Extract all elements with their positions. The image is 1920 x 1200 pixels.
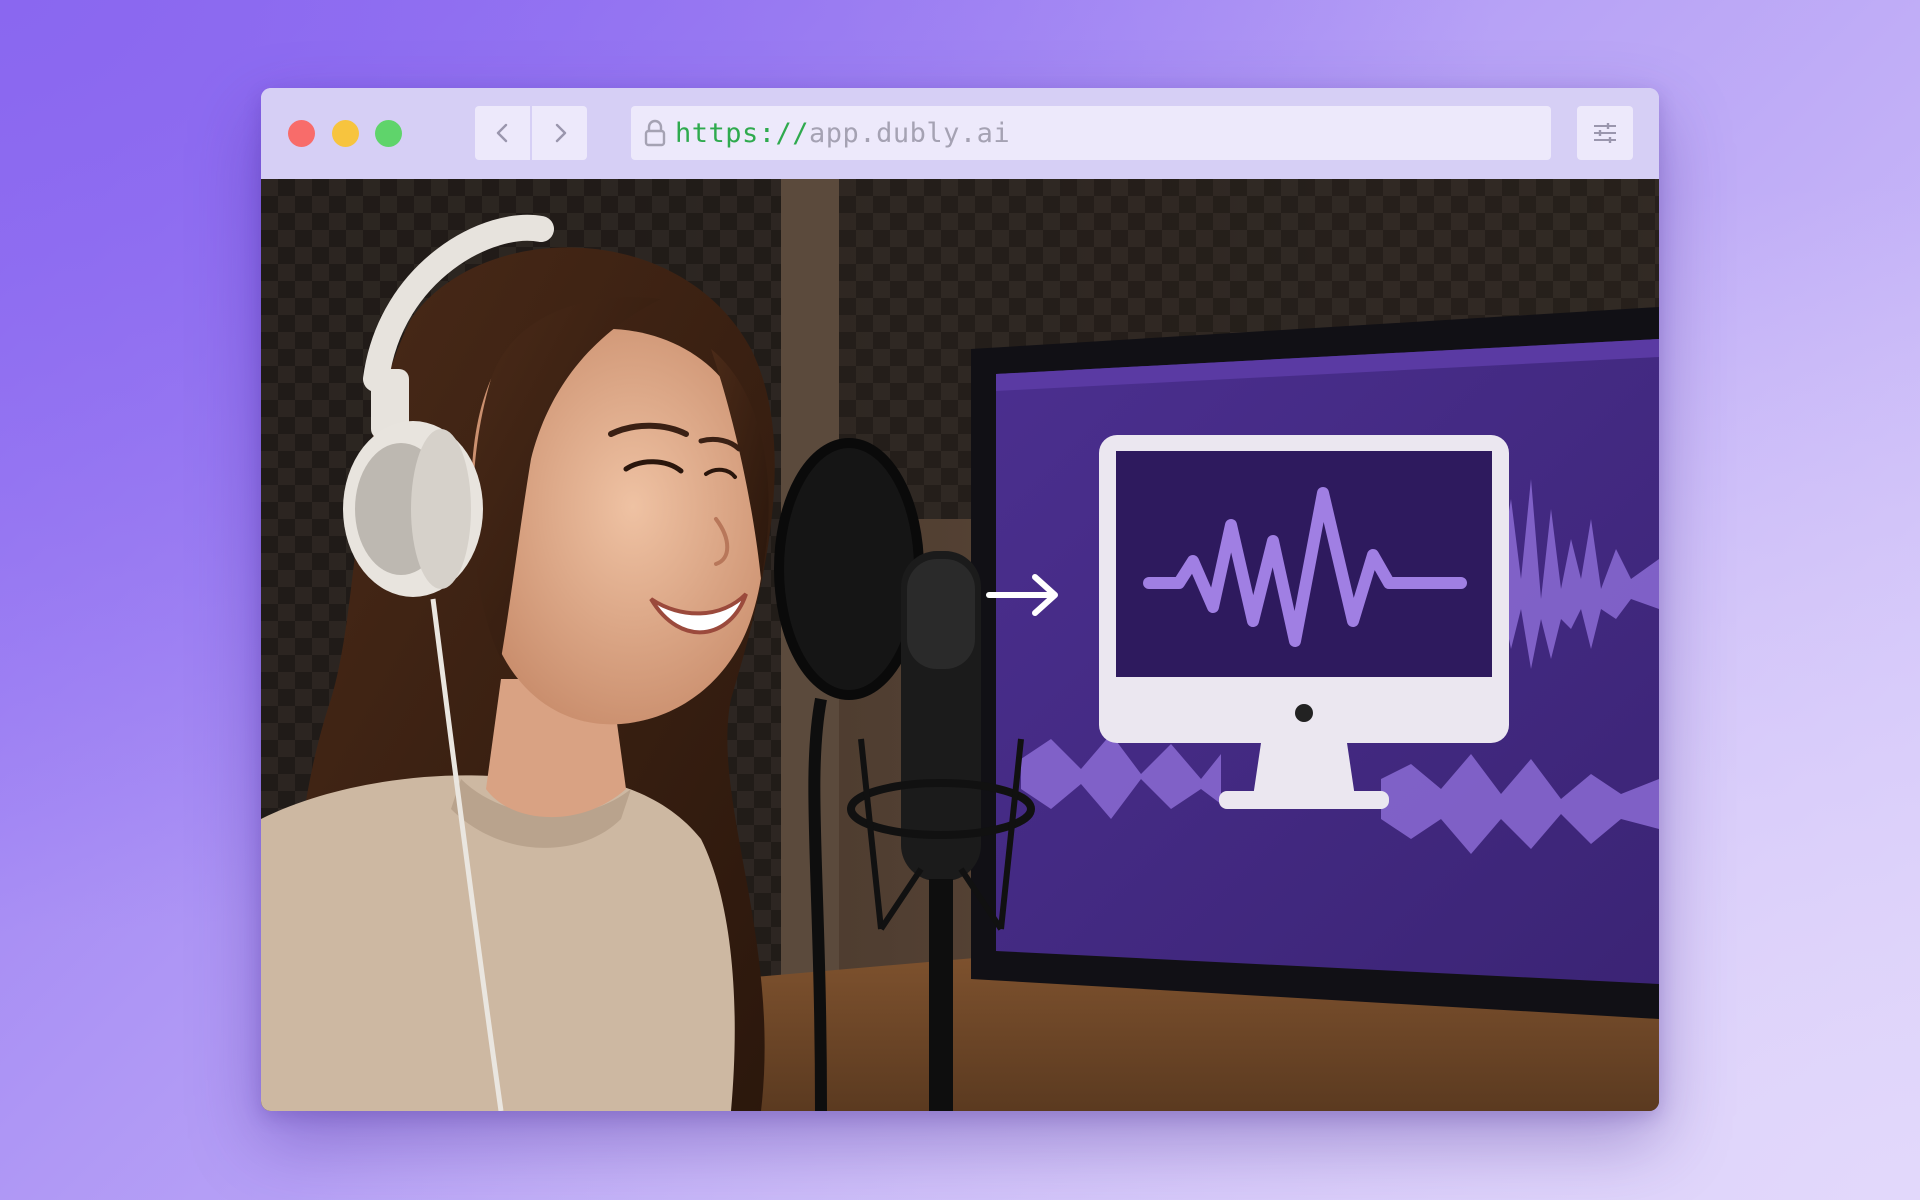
- back-button[interactable]: [475, 106, 530, 160]
- navigation-buttons: [475, 106, 587, 160]
- minimize-window-button[interactable]: [332, 120, 359, 147]
- page-content-image: [261, 179, 1659, 1111]
- lock-icon: [643, 118, 667, 148]
- studio-scene-illustration: [261, 179, 1659, 1111]
- forward-button[interactable]: [532, 106, 587, 160]
- sliders-icon: [1594, 123, 1616, 143]
- close-window-button[interactable]: [288, 120, 315, 147]
- settings-button[interactable]: [1577, 106, 1633, 160]
- browser-window: https://app.dubly.ai: [261, 88, 1659, 1111]
- chevron-right-icon: [555, 123, 566, 143]
- url-host: app.dubly.ai: [809, 117, 1011, 149]
- maximize-window-button[interactable]: [375, 120, 402, 147]
- url-text[interactable]: https://app.dubly.ai: [675, 118, 1010, 149]
- chevron-left-icon: [496, 123, 507, 143]
- url-protocol: https://: [675, 117, 810, 149]
- address-bar[interactable]: https://app.dubly.ai: [631, 106, 1551, 160]
- browser-titlebar: https://app.dubly.ai: [261, 88, 1659, 179]
